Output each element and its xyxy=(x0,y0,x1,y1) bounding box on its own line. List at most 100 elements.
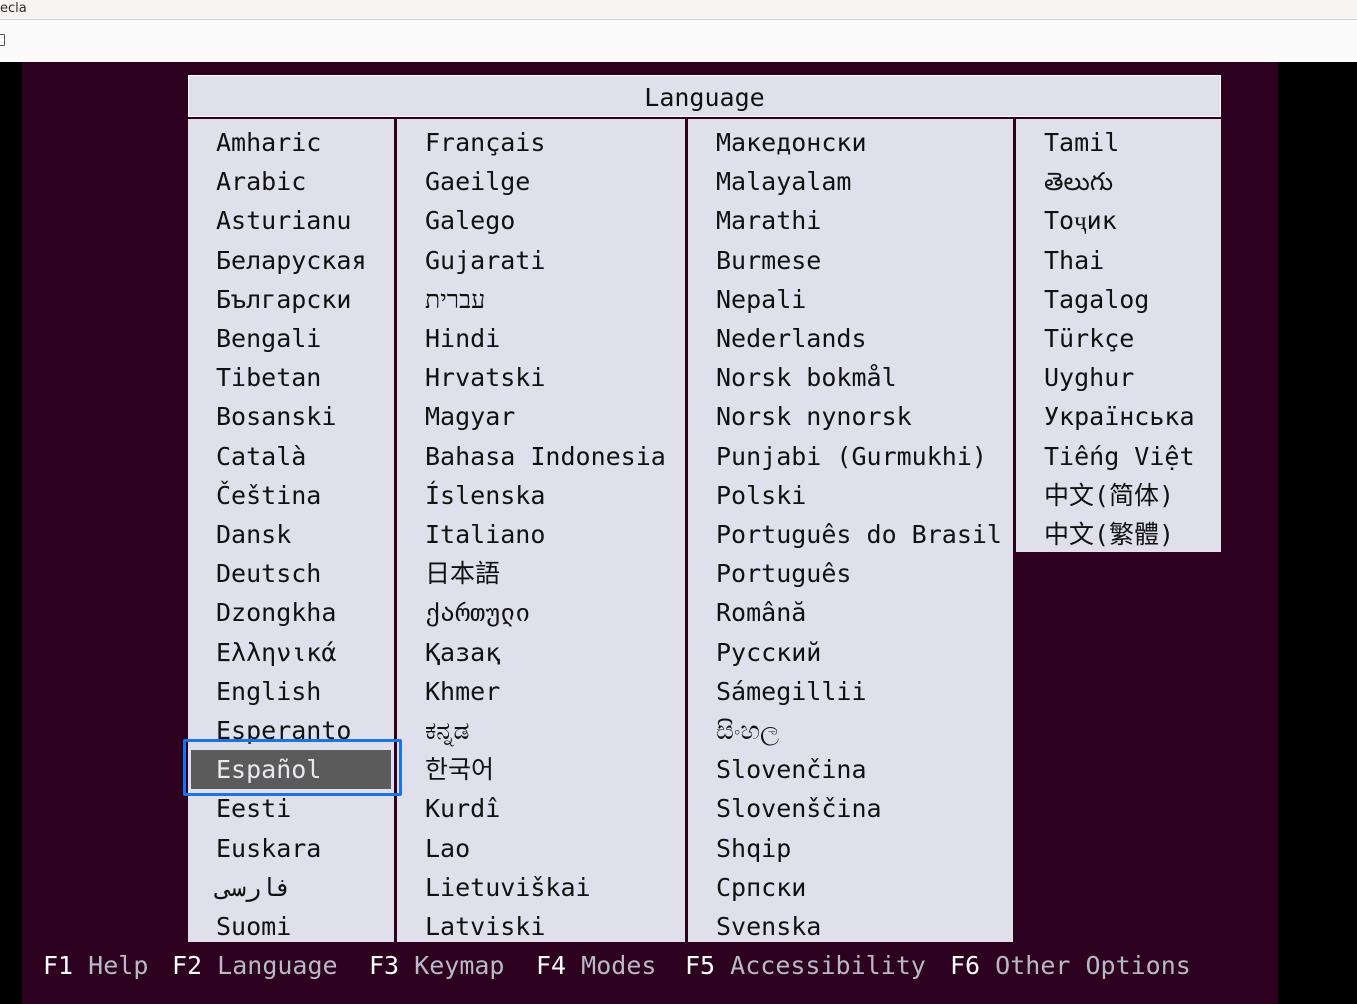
language-option-espa-ol[interactable]: Español xyxy=(191,750,391,790)
language-option-portugu-s-do-brasil[interactable]: Português do Brasil xyxy=(688,515,1013,554)
fkey-label: Other Options xyxy=(995,951,1191,980)
language-option-c0-r19[interactable]: فارسی xyxy=(188,868,394,907)
language-option-thai[interactable]: Thai xyxy=(1016,241,1221,280)
language-option-c2-r15[interactable]: සිංහල xyxy=(688,711,1013,750)
screen-left-border xyxy=(0,62,22,1004)
fkey-key: F5 xyxy=(685,951,716,980)
language-option-english[interactable]: English xyxy=(188,672,394,711)
fkey-label: Keymap xyxy=(414,951,505,980)
language-option-sloven-ina[interactable]: Slovenščina xyxy=(688,789,1013,828)
language-option-bahasa-indonesia[interactable]: Bahasa Indonesia xyxy=(397,437,685,476)
language-option-amharic[interactable]: Amharic xyxy=(188,123,394,162)
language-option-latviski[interactable]: Latviski xyxy=(397,907,685,946)
language-option-khmer[interactable]: Khmer xyxy=(397,672,685,711)
language-column-2: Français Gaeilge Galego Gujarati עברית Hindi H… xyxy=(397,119,685,942)
language-option-gujarati[interactable]: Gujarati xyxy=(397,241,685,280)
language-option-c1-r4[interactable]: עברית xyxy=(397,280,685,319)
language-option-e-tina[interactable]: Čeština xyxy=(188,476,394,515)
language-option-ti-ng-vi-t[interactable]: Tiếng Việt xyxy=(1016,437,1221,476)
fkey-label: Accessibility xyxy=(730,951,926,980)
language-option-shqip[interactable]: Shqip xyxy=(688,829,1013,868)
language-option-c3-r1[interactable]: తెలుగు xyxy=(1016,162,1221,201)
screen-right-border xyxy=(1278,62,1357,1004)
fkey-label: Help xyxy=(88,951,149,980)
language-dialog-title: Language xyxy=(188,75,1221,117)
language-option-arabic[interactable]: Arabic xyxy=(188,162,394,201)
language-option-dansk[interactable]: Dansk xyxy=(188,515,394,554)
language-option-c3-r9[interactable]: 中文(简体) xyxy=(1016,476,1221,515)
language-option-catal[interactable]: Català xyxy=(188,437,394,476)
language-option-c3-r2[interactable]: Тоҷик xyxy=(1016,201,1221,240)
window-titlebar: ecla xyxy=(0,0,1357,20)
language-option-c3-r7[interactable]: Українська xyxy=(1016,397,1221,436)
language-option-eesti[interactable]: Eesti xyxy=(188,789,394,828)
language-option-bengali[interactable]: Bengali xyxy=(188,319,394,358)
language-option-fran-ais[interactable]: Français xyxy=(397,123,685,162)
language-option-lietuvi-kai[interactable]: Lietuviškai xyxy=(397,868,685,907)
language-option-kurd[interactable]: Kurdî xyxy=(397,789,685,828)
language-option-polski[interactable]: Polski xyxy=(688,476,1013,515)
fkey-other-options[interactable]: F6 Other Options xyxy=(950,946,1191,986)
language-option-tamil[interactable]: Tamil xyxy=(1016,123,1221,162)
language-option-c1-r15[interactable]: ಕನ್ನಡ xyxy=(397,711,685,750)
fkey-language[interactable]: F2 Language xyxy=(172,946,338,986)
language-option-hrvatski[interactable]: Hrvatski xyxy=(397,358,685,397)
language-option-gaeilge[interactable]: Gaeilge xyxy=(397,162,685,201)
fkey-key: F6 xyxy=(950,951,981,980)
language-option-euskara[interactable]: Euskara xyxy=(188,829,394,868)
language-option-c0-r3[interactable]: Беларуская xyxy=(188,241,394,280)
language-option-c0-r4[interactable]: Български xyxy=(188,280,394,319)
language-option-nepali[interactable]: Nepali xyxy=(688,280,1013,319)
language-option-norsk-nynorsk[interactable]: Norsk nynorsk xyxy=(688,397,1013,436)
language-option-uyghur[interactable]: Uyghur xyxy=(1016,358,1221,397)
fkey-key: F2 xyxy=(172,951,203,980)
language-option-hindi[interactable]: Hindi xyxy=(397,319,685,358)
document-icon[interactable] xyxy=(0,34,5,46)
window-title: ecla xyxy=(0,1,27,16)
language-option-suomi[interactable]: Suomi xyxy=(188,907,394,946)
language-option-rom-n[interactable]: Română xyxy=(688,593,1013,632)
language-option-s-megillii[interactable]: Sámegillii xyxy=(688,672,1013,711)
language-option-bosanski[interactable]: Bosanski xyxy=(188,397,394,436)
language-option-esperanto[interactable]: Esperanto xyxy=(188,711,394,750)
language-option-slenska[interactable]: Íslenska xyxy=(397,476,685,515)
language-option-portugu-s[interactable]: Português xyxy=(688,554,1013,593)
language-column-4: Tamil తెలుగు Тоҷик Thai Tagalog Türkçe Uyghur У… xyxy=(1016,119,1221,552)
language-option-t-rk-e[interactable]: Türkçe xyxy=(1016,319,1221,358)
language-option-tibetan[interactable]: Tibetan xyxy=(188,358,394,397)
fkey-label: Language xyxy=(217,951,338,980)
language-option-asturianu[interactable]: Asturianu xyxy=(188,201,394,240)
language-column-1: Amharic Arabic Asturianu Беларуская Българск… xyxy=(188,119,394,942)
language-option-norsk-bokm-l[interactable]: Norsk bokmål xyxy=(688,358,1013,397)
fkey-key: F1 xyxy=(43,951,74,980)
language-option-punjabi-gurmukhi[interactable]: Punjabi (Gurmukhi) xyxy=(688,437,1013,476)
fkey-accessibility[interactable]: F5 Accessibility xyxy=(685,946,926,986)
language-option-italiano[interactable]: Italiano xyxy=(397,515,685,554)
language-option-nederlands[interactable]: Nederlands xyxy=(688,319,1013,358)
language-option-c2-r19[interactable]: Српски xyxy=(688,868,1013,907)
function-key-bar: F1 Help F2 Language F3 Keymap F4 Modes F5 Ac… xyxy=(22,946,1278,986)
language-option-galego[interactable]: Galego xyxy=(397,201,685,240)
language-option-c1-r11[interactable]: 日本語 xyxy=(397,554,685,593)
viewer-toolbar xyxy=(0,20,1357,62)
language-option-dzongkha[interactable]: Dzongkha xyxy=(188,593,394,632)
language-option-c1-r12[interactable]: ქართული xyxy=(397,593,685,632)
language-option-lao[interactable]: Lao xyxy=(397,829,685,868)
language-option-c0-r13[interactable]: Ελληνικά xyxy=(188,633,394,672)
language-option-deutsch[interactable]: Deutsch xyxy=(188,554,394,593)
language-option-svenska[interactable]: Svenska xyxy=(688,907,1013,946)
fkey-modes[interactable]: F4 Modes xyxy=(536,946,656,986)
language-option-tagalog[interactable]: Tagalog xyxy=(1016,280,1221,319)
language-option-sloven-ina[interactable]: Slovenčina xyxy=(688,750,1013,789)
language-option-c2-r13[interactable]: Русский xyxy=(688,633,1013,672)
language-option-c3-r10[interactable]: 中文(繁體) xyxy=(1016,515,1221,554)
fkey-help[interactable]: F1 Help xyxy=(43,946,148,986)
language-option-c1-r13[interactable]: Қазақ xyxy=(397,633,685,672)
language-option-c1-r16[interactable]: 한국어 xyxy=(397,750,685,789)
language-option-c2-r0[interactable]: Македонски xyxy=(688,123,1013,162)
language-option-marathi[interactable]: Marathi xyxy=(688,201,1013,240)
fkey-keymap[interactable]: F3 Keymap xyxy=(369,946,504,986)
language-option-burmese[interactable]: Burmese xyxy=(688,241,1013,280)
language-option-magyar[interactable]: Magyar xyxy=(397,397,685,436)
language-option-malayalam[interactable]: Malayalam xyxy=(688,162,1013,201)
